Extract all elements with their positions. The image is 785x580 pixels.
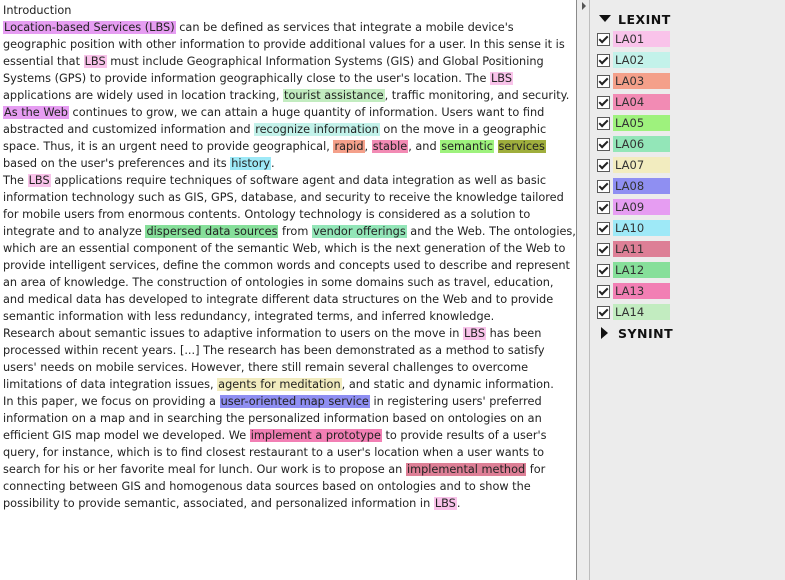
text-run: Research about semantic issues to adapti… bbox=[3, 327, 463, 340]
annotation-highlight[interactable]: user-oriented map service bbox=[219, 395, 370, 408]
label-row-la07[interactable]: LA07 bbox=[591, 156, 785, 176]
label-checkbox[interactable] bbox=[597, 243, 610, 256]
annotation-highlight[interactable]: agents for meditation bbox=[217, 378, 342, 391]
document-editor[interactable]: Introduction Location-based Services (LB… bbox=[0, 0, 577, 580]
annotation-highlight[interactable]: services bbox=[497, 140, 546, 153]
annotation-highlight[interactable]: rapid bbox=[333, 140, 365, 153]
label-checkbox[interactable] bbox=[597, 201, 610, 214]
label-swatch[interactable]: LA10 bbox=[613, 220, 670, 236]
label-checkbox[interactable] bbox=[597, 180, 610, 193]
text-run: , and bbox=[408, 140, 441, 153]
label-swatch[interactable]: LA12 bbox=[613, 262, 670, 278]
text-run: and the Web. The ontologies, which are a… bbox=[3, 225, 576, 323]
label-checkbox[interactable] bbox=[597, 96, 610, 109]
label-row-la08[interactable]: LA08 bbox=[591, 177, 785, 197]
label-swatch[interactable]: LA14 bbox=[613, 304, 670, 320]
label-row-la02[interactable]: LA02 bbox=[591, 51, 785, 71]
label-checkbox[interactable] bbox=[597, 75, 610, 88]
annotation-highlight[interactable]: vendor offerings bbox=[311, 225, 407, 238]
text-run: The bbox=[3, 174, 28, 187]
label-swatch[interactable]: LA07 bbox=[613, 157, 670, 173]
text-run: based on the user's preferences and its bbox=[3, 157, 231, 170]
label-checkbox[interactable] bbox=[597, 285, 610, 298]
annotation-highlight[interactable]: recognize information bbox=[254, 123, 380, 136]
collapse-arrow-icon[interactable] bbox=[582, 2, 586, 10]
annotation-highlight[interactable]: LBS bbox=[27, 174, 51, 187]
collapse-triangle-icon[interactable] bbox=[601, 327, 608, 339]
label-swatch[interactable]: LA09 bbox=[613, 199, 670, 215]
label-sidebar: LEXINT LA01 LA02 LA03 LA04 LA05 LA06 LA07 LA08 L… bbox=[591, 0, 785, 580]
label-checkbox[interactable] bbox=[597, 117, 610, 130]
label-checkbox[interactable] bbox=[597, 264, 610, 277]
annotation-highlight[interactable]: dispersed data sources bbox=[145, 225, 279, 238]
label-row-la01[interactable]: LA01 bbox=[591, 30, 785, 50]
label-swatch[interactable]: LA11 bbox=[613, 241, 670, 257]
document-text[interactable]: Introduction Location-based Services (LB… bbox=[0, 0, 576, 512]
text-run: , traffic monitoring, and security. bbox=[384, 89, 570, 102]
annotation-highlight[interactable]: semantic bbox=[440, 140, 494, 153]
text-run bbox=[494, 140, 498, 153]
paragraph: In this paper, we focus on providing a u… bbox=[3, 393, 576, 512]
group-label: SYNINT bbox=[618, 326, 674, 341]
label-row-la14[interactable]: LA14 bbox=[591, 303, 785, 323]
label-swatch[interactable]: LA01 bbox=[613, 31, 670, 47]
label-row-la09[interactable]: LA09 bbox=[591, 198, 785, 218]
text-run: , bbox=[364, 140, 372, 153]
annotation-highlight[interactable]: LBS bbox=[490, 72, 514, 85]
label-swatch[interactable]: LA03 bbox=[613, 73, 670, 89]
annotation-highlight[interactable]: implement a prototype bbox=[249, 429, 382, 442]
label-swatch[interactable]: LA02 bbox=[613, 52, 670, 68]
group-label: LEXINT bbox=[618, 12, 671, 27]
label-checkbox[interactable] bbox=[597, 33, 610, 46]
annotation-highlight[interactable]: implemental method bbox=[405, 463, 527, 476]
label-row-la04[interactable]: LA04 bbox=[591, 93, 785, 113]
paragraph: The LBS applications require techniques … bbox=[3, 172, 576, 325]
label-swatch[interactable]: LA06 bbox=[613, 136, 670, 152]
paragraph: Research about semantic issues to adapti… bbox=[3, 325, 576, 393]
expand-triangle-icon[interactable] bbox=[599, 15, 611, 22]
text-run: . bbox=[271, 157, 275, 170]
annotation-highlight[interactable]: LBS bbox=[83, 55, 107, 68]
label-swatch[interactable]: LA08 bbox=[613, 178, 670, 194]
document-title: Introduction bbox=[3, 4, 72, 17]
label-row-la05[interactable]: LA05 bbox=[591, 114, 785, 134]
label-swatch[interactable]: LA05 bbox=[613, 115, 670, 131]
annotation-highlight[interactable]: LBS bbox=[462, 327, 486, 340]
label-checkbox[interactable] bbox=[597, 138, 610, 151]
annotation-highlight[interactable]: history bbox=[230, 157, 272, 170]
paragraph: Location-based Services (LBS) can be def… bbox=[3, 19, 576, 104]
annotation-highlight[interactable]: Location-based Services (LBS) bbox=[3, 21, 176, 34]
text-run: from bbox=[278, 225, 312, 238]
annotation-highlight[interactable]: stable bbox=[371, 140, 409, 153]
text-run: In this paper, we focus on providing a bbox=[3, 395, 220, 408]
panel-splitter[interactable] bbox=[578, 0, 590, 580]
label-row-la10[interactable]: LA10 bbox=[591, 219, 785, 239]
label-row-la11[interactable]: LA11 bbox=[591, 240, 785, 260]
label-row-la13[interactable]: LA13 bbox=[591, 282, 785, 302]
label-checkbox[interactable] bbox=[597, 159, 610, 172]
annotation-highlight[interactable]: As the Web bbox=[3, 106, 69, 119]
annotation-highlight[interactable]: LBS bbox=[433, 497, 457, 510]
label-row-la06[interactable]: LA06 bbox=[591, 135, 785, 155]
paragraph: As the Web continues to grow, we can att… bbox=[3, 104, 576, 172]
text-run: . bbox=[456, 497, 461, 510]
label-checkbox[interactable] bbox=[597, 54, 610, 67]
text-run: applications are widely used in location… bbox=[3, 89, 284, 102]
label-row-la03[interactable]: LA03 bbox=[591, 72, 785, 92]
label-swatch[interactable]: LA13 bbox=[613, 283, 670, 299]
label-swatch[interactable]: LA04 bbox=[613, 94, 670, 110]
text-run: , and static and dynamic information. bbox=[341, 378, 554, 391]
label-row-la12[interactable]: LA12 bbox=[591, 261, 785, 281]
label-checkbox[interactable] bbox=[597, 222, 610, 235]
annotation-highlight[interactable]: tourist assistance bbox=[283, 89, 385, 102]
label-checkbox[interactable] bbox=[597, 306, 610, 319]
